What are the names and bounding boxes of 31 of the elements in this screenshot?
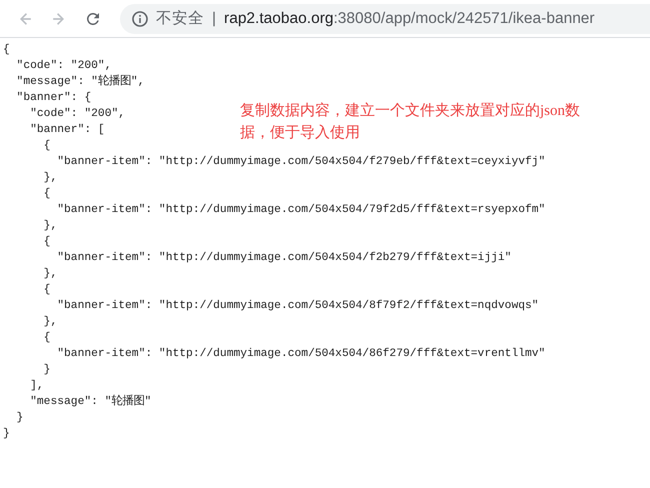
info-icon[interactable]	[132, 10, 148, 26]
code-line: }	[16, 410, 24, 426]
code-line: {	[42, 282, 50, 298]
code-line: "code": "200",	[29, 106, 126, 122]
code-line: ],	[29, 378, 44, 394]
separator: |	[212, 8, 216, 29]
code-line: {	[3, 42, 10, 58]
code-line: "banner-item": "http://dummyimage.com/504x504/79f2d5/fff&text=rsyepxofm"	[56, 202, 546, 218]
security-label: 不安全	[156, 8, 204, 29]
url-text: rap2.taobao.org:38080/app/mock/242571/ikea-banner	[224, 8, 595, 29]
code-line: },	[42, 170, 58, 186]
code-line: },	[42, 266, 58, 282]
code-line: "banner-item": "http://dummyimage.com/504x504/f2b279/fff&text=ijji"	[56, 250, 512, 266]
code-line: {	[42, 138, 50, 154]
code-line: }	[3, 426, 10, 442]
code-line: "banner": {	[16, 90, 92, 106]
code-line: "code": "200",	[16, 58, 112, 74]
code-line: },	[42, 218, 58, 234]
code-line: "banner-item": "http://dummyimage.com/504x504/8f79f2/fff&text=nqdvowqs"	[56, 298, 539, 314]
code-line: "message": "轮播图"	[29, 394, 152, 410]
code-line: }	[42, 362, 50, 378]
code-line: "message": "轮播图",	[16, 74, 144, 90]
code-line: {	[42, 330, 50, 346]
code-line: },	[42, 314, 58, 330]
annotation-text: 复制数据内容，建立一个文件夹来放置对应的json数据，便于导入使用	[240, 101, 582, 143]
address-bar[interactable]: 不安全 | rap2.taobao.org:38080/app/mock/242571/ikea-banner	[120, 4, 650, 34]
code-line: {	[42, 186, 50, 202]
code-line: "banner": [	[29, 122, 105, 138]
code-line: "banner-item": "http://dummyimage.com/504x504/86f279/fff&text=vrentllmv"	[56, 346, 546, 362]
code-line: {	[42, 234, 50, 250]
code-line: "banner-item": "http://dummyimage.com/504x504/f279eb/fff&text=ceyxiyvfj"	[56, 154, 546, 170]
